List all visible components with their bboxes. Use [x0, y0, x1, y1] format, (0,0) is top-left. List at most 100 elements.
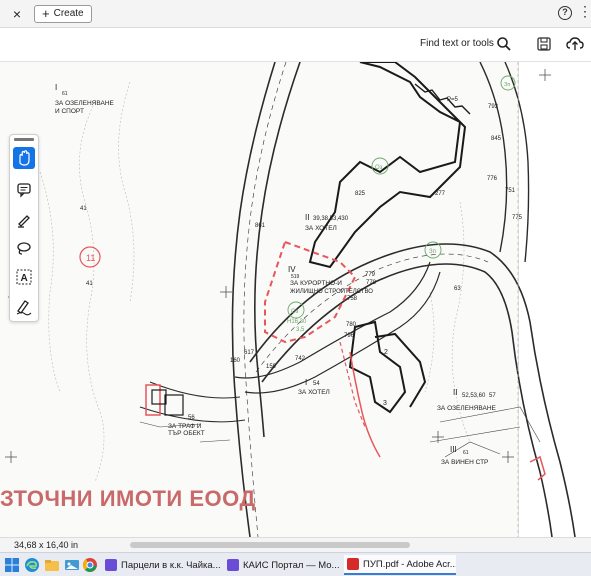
building-number: 2: [384, 349, 388, 356]
document-title-watermark: ЗТОЧНИ ИМОТИ ЕООД: [0, 486, 256, 511]
status-bar: 34,68 x 16,40 in: [0, 537, 591, 552]
sign-icon: [16, 300, 32, 316]
zone-label: ЗА ХОТЕЛ: [298, 389, 330, 396]
windows-taskbar: Парцели в к.к. Чайка... КАИС Портал — Мо…: [0, 552, 591, 576]
zone-label: 61: [62, 91, 68, 97]
text-tool-button[interactable]: A: [13, 266, 35, 288]
zone-label: III: [450, 445, 457, 454]
parcel-number: 758: [347, 296, 358, 302]
text-select-icon: A: [16, 269, 32, 285]
edge-browser-icon[interactable]: [24, 557, 40, 573]
parcel-number: 56: [188, 415, 195, 421]
windows-start-icon[interactable]: [4, 557, 20, 573]
parcel-number: 861: [255, 223, 266, 229]
parcel-number: 41: [86, 281, 93, 287]
save-icon[interactable]: [536, 36, 552, 52]
document-toolbar: Find text or tools: [0, 28, 591, 62]
tab-bar: × + Create ? ⋮: [0, 0, 591, 28]
zone-label: ЗА КУРОРТНО-И: [290, 280, 342, 287]
find-text-button[interactable]: Find text or tools: [420, 38, 494, 49]
green-zone-marker: Зп: [504, 82, 510, 88]
close-tab-button[interactable]: ×: [8, 5, 26, 23]
quick-tools-panel: A: [9, 134, 39, 322]
hand-tool-button[interactable]: [13, 147, 35, 169]
green-zone-marker: Зп: [429, 249, 436, 255]
zone-label: 54: [313, 381, 320, 387]
sign-tool-button[interactable]: [13, 295, 35, 317]
comment-icon: [17, 183, 31, 198]
parcel-number: 780: [346, 322, 357, 328]
panel-grip[interactable]: [14, 138, 34, 141]
horizontal-scrollbar[interactable]: [130, 542, 410, 548]
zone-label: 39,38,53,430: [313, 216, 349, 222]
dimension-marker: 3,5: [296, 327, 305, 333]
zone-label: II: [453, 388, 457, 397]
acrobat-icon: [347, 558, 359, 570]
taskbar-window-acrobat[interactable]: ПУП.pdf - Adobe Acr...: [344, 555, 456, 575]
parcel-number: 277: [435, 191, 446, 197]
parcel-number: 63: [454, 286, 461, 292]
firefox-icon: [227, 559, 239, 571]
parcel-number: 775: [512, 215, 523, 221]
building-number: 3: [383, 400, 387, 407]
create-button[interactable]: + Create: [34, 5, 92, 23]
create-label: Create: [53, 8, 84, 19]
green-zone-marker: Оз: [291, 309, 299, 315]
parcel-number: 776: [487, 176, 498, 182]
zone-label: ЖИЛИЩНО СТРОИТЕЛСТВО: [290, 289, 373, 295]
document-canvas[interactable]: I 61 ЗА ОЗЕЛЕНЯВАНЕ И СПОРТ 11 41 II 39,…: [0, 62, 591, 537]
highlight-pen-icon: [18, 215, 30, 228]
parcel-number: 778: [366, 280, 377, 286]
plus-icon: +: [42, 6, 50, 21]
zone-label: I: [55, 83, 57, 92]
parcel-number: 796: [344, 333, 355, 339]
zone-label: ЗА ОЗЕЛЕНЯВАНЕ: [437, 405, 497, 412]
taskbar-window-firefox-1[interactable]: Парцели в к.к. Чайка...: [102, 555, 220, 575]
help-icon[interactable]: ?: [558, 6, 572, 20]
more-options-icon[interactable]: ⋮: [578, 3, 591, 20]
draw-tool-button[interactable]: [13, 237, 35, 259]
zone-label: ЗА ТРАФ И: [168, 423, 202, 430]
parcel-number: 825: [355, 191, 366, 197]
zone-label: I: [305, 378, 307, 387]
parcel-number: 742: [295, 356, 306, 362]
zone-label: ЗА ХОТЕЛ: [305, 225, 337, 232]
parcel-number: 793: [488, 104, 499, 110]
svg-text:A: A: [21, 273, 28, 284]
taskbar-window-label: КАИС Портал — Мо...: [243, 559, 340, 571]
zone-label: IV: [288, 265, 296, 274]
green-zone-marker: Оз: [375, 165, 383, 171]
dimension-marker: Н16,30: [287, 319, 307, 325]
parcel-number: 779: [365, 272, 376, 278]
taskbar-window-label: ПУП.pdf - Adobe Acr...: [363, 558, 456, 570]
taskbar-window-label: Парцели в к.к. Чайка...: [121, 559, 220, 571]
file-explorer-icon[interactable]: [44, 557, 60, 573]
parcel-number: 160: [230, 358, 241, 364]
zone-label: II: [305, 213, 309, 222]
zone-label: ЗА ВИНЕН СТР: [441, 459, 488, 466]
page-dimensions: 34,68 x 16,40 in: [14, 540, 79, 550]
hand-icon: [19, 150, 30, 166]
zone-label: ЗА ОЗЕЛЕНЯВАНЕ: [55, 100, 115, 107]
zone-label: И СПОРТ: [55, 108, 84, 115]
firefox-icon: [105, 559, 117, 571]
photos-icon[interactable]: [64, 557, 80, 573]
parcel-number: 11: [86, 253, 95, 263]
upload-share-icon[interactable]: [566, 36, 584, 52]
chrome-icon[interactable]: [82, 557, 98, 573]
parcel-number: 751: [505, 188, 516, 194]
lasso-draw-icon: [17, 242, 31, 255]
zone-label: ТЪР ОБЕКТ: [168, 430, 205, 437]
parcel-number: 57: [489, 393, 496, 399]
parcel-number: 41: [80, 206, 87, 212]
highlight-tool-button[interactable]: [13, 208, 35, 230]
road-marker: Р=5: [447, 97, 459, 103]
zone-label: 52,53,60: [462, 393, 486, 399]
parcel-number: 617: [244, 350, 255, 356]
search-icon[interactable]: [496, 36, 512, 52]
parcel-number: 845: [491, 136, 502, 142]
parcel-number: 159: [266, 364, 277, 370]
zone-label: 61: [463, 450, 469, 456]
comment-tool-button[interactable]: [13, 179, 35, 201]
taskbar-window-firefox-2[interactable]: КАИС Портал — Мо...: [224, 555, 340, 575]
